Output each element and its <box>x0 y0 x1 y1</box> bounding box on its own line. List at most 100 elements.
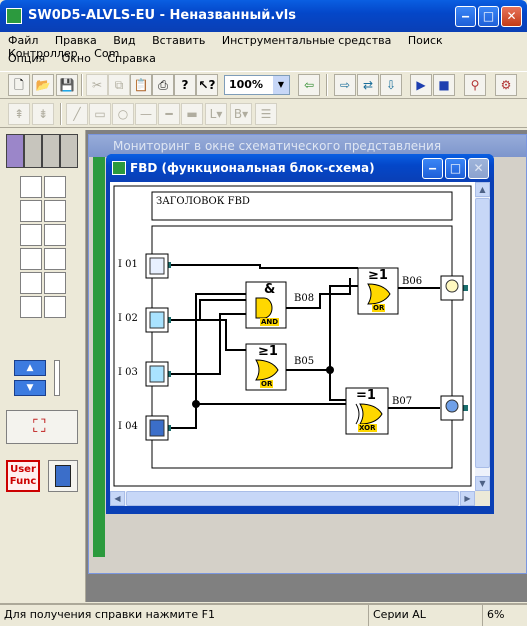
zoom-slider[interactable] <box>54 360 60 396</box>
fbd-close-button[interactable]: ✕ <box>468 158 489 179</box>
bring-front-icon[interactable]: ⇞ <box>8 103 30 125</box>
or-gate-2-tag: OR <box>372 304 386 312</box>
minimize-button[interactable]: ‒ <box>455 6 476 27</box>
thick-line-icon[interactable]: ▬ <box>181 103 203 125</box>
or-gate-2-symbol: ≥1 <box>368 268 388 283</box>
user-tab-icon[interactable] <box>60 134 78 168</box>
or-gate-1-tag: OR <box>260 380 274 388</box>
func-tab-icon[interactable] <box>6 134 24 168</box>
and-gate-tag: AND <box>260 318 280 326</box>
vertical-scroll-thumb[interactable] <box>475 198 490 468</box>
motor-icon[interactable] <box>44 272 66 294</box>
line-style-icon[interactable]: L▾ <box>205 103 227 125</box>
thin-line-icon[interactable]: — <box>135 103 157 125</box>
fbd-vertical-scrollbar[interactable]: ▲ ▼ <box>475 182 490 491</box>
run-icon[interactable]: ▶ <box>410 74 432 96</box>
transfer-icon[interactable]: ⇦ <box>298 74 320 96</box>
bg-window-title: Мониторинг в окне схематического предста… <box>113 139 442 153</box>
output-label-b06: B06 <box>402 276 423 287</box>
function-tabs <box>6 134 78 168</box>
timer-dc-icon[interactable] <box>44 176 66 198</box>
scroll-down-arrow-icon[interactable]: ▼ <box>475 476 490 491</box>
and-gate-symbol: & <box>264 282 276 297</box>
menu-bar: Файл Правка Вид Вставить Инструментальны… <box>8 34 527 60</box>
output-block-b07 <box>440 395 464 421</box>
scroll-left-arrow-icon[interactable]: ◀ <box>110 491 125 506</box>
scroll-up-arrow-icon[interactable]: ▲ <box>475 182 490 197</box>
input-block-i04 <box>145 415 169 441</box>
close-button[interactable]: ✕ <box>501 6 522 27</box>
user-block-icon[interactable] <box>48 460 78 492</box>
sensor-icon[interactable] <box>44 248 66 270</box>
fbd-maximize-button[interactable]: □ <box>445 158 466 179</box>
line-icon[interactable]: ╱ <box>66 103 88 125</box>
menu-help[interactable]: Справка <box>107 52 155 65</box>
context-help-icon[interactable]: ↖? <box>196 74 218 96</box>
module-icon[interactable] <box>20 296 42 318</box>
app-icon[interactable] <box>6 8 22 24</box>
fbd-horizontal-scrollbar[interactable]: ◀ ▶ <box>110 491 475 506</box>
menu-view[interactable]: Вид <box>113 34 135 47</box>
scroll-down-button[interactable]: ▼ <box>14 380 46 396</box>
monitor-icon[interactable]: ⚲ <box>464 74 486 96</box>
simulation-icon[interactable]: ⚙ <box>495 74 517 96</box>
zoom-select[interactable]: 100% ▼ <box>224 75 290 95</box>
fbd-window-icon[interactable] <box>112 161 126 175</box>
help-icon[interactable]: ? <box>174 74 196 96</box>
fbd-window: FBD (функциональная блок-схема) ‒ □ ✕ ЗА… <box>106 154 494 514</box>
user-func-button[interactable]: User Func <box>6 460 40 492</box>
maximize-button[interactable]: □ <box>478 6 499 27</box>
new-file-icon[interactable]: 🗋 <box>8 74 30 96</box>
horizontal-scroll-thumb[interactable] <box>126 491 459 506</box>
menu-window[interactable]: Окно <box>62 52 91 65</box>
fbd-canvas[interactable]: ЗАГОЛОВОК FBD I 01 I 02 I 03 I 04 & AND … <box>110 182 475 491</box>
logic-tab-icon[interactable] <box>24 134 42 168</box>
switch-icon[interactable] <box>44 224 66 246</box>
menu-insert[interactable]: Вставить <box>152 34 205 47</box>
menu-option[interactable]: Опция <box>8 52 45 65</box>
read-from-controller-icon[interactable]: ⇩ <box>380 74 402 96</box>
scroll-right-arrow-icon[interactable]: ▶ <box>460 491 475 506</box>
output-label-b08: B08 <box>294 293 315 304</box>
timer-ac-icon[interactable] <box>20 176 42 198</box>
open-folder-icon[interactable]: 📂 <box>32 74 54 96</box>
size-grip[interactable] <box>475 491 490 506</box>
menu-search[interactable]: Поиск <box>408 34 443 47</box>
timer-pulse-icon[interactable] <box>20 200 42 222</box>
medium-line-icon[interactable]: ━ <box>158 103 180 125</box>
compare-icon[interactable]: ⇄ <box>357 74 379 96</box>
status-help-text: Для получения справки нажмите F1 <box>0 604 368 626</box>
output-block-b06 <box>440 275 464 301</box>
status-percent: 6% <box>482 604 527 626</box>
scroll-up-button[interactable]: ▲ <box>14 360 46 376</box>
write-to-controller-icon[interactable]: ⇨ <box>334 74 356 96</box>
valve-icon[interactable] <box>44 296 66 318</box>
fbd-title: FBD (функциональная блок-схема) <box>130 161 375 175</box>
send-back-icon[interactable]: ⇟ <box>32 103 54 125</box>
border-style-icon[interactable]: B▾ <box>230 103 252 125</box>
menu-edit[interactable]: Правка <box>55 34 97 47</box>
tree-view-button[interactable]: ⛶ <box>6 410 78 444</box>
toolbar-draw: ⇞ ⇟ ╱ ▭ ○ — ━ ▬ L▾ B▾ ☰ <box>0 100 527 128</box>
app-title-bar: SW0D5-ALVLS-EU - Неназванный.vls ‒ □ ✕ <box>0 0 527 32</box>
menu-file[interactable]: Файл <box>8 34 38 47</box>
gauge-icon[interactable] <box>44 200 66 222</box>
stop-icon[interactable]: ■ <box>433 74 455 96</box>
paste-icon[interactable]: 📋 <box>130 74 152 96</box>
fbd-minimize-button[interactable]: ‒ <box>422 158 443 179</box>
connector-icon[interactable] <box>20 272 42 294</box>
align-icon[interactable]: ☰ <box>255 103 277 125</box>
save-icon[interactable]: 💾 <box>56 74 78 96</box>
rectangle-icon[interactable]: ▭ <box>89 103 111 125</box>
input-label-i03: I 03 <box>118 367 138 378</box>
out-tab-icon[interactable] <box>42 134 60 168</box>
chevron-down-icon[interactable]: ▼ <box>273 76 289 94</box>
cut-icon[interactable]: ✂ <box>86 74 108 96</box>
ellipse-icon[interactable]: ○ <box>112 103 134 125</box>
dot-icon[interactable] <box>20 224 42 246</box>
menu-tools[interactable]: Инструментальные средства <box>222 34 392 47</box>
fbd-title-bar: FBD (функциональная блок-схема) ‒ □ ✕ <box>106 154 494 182</box>
print-icon[interactable]: ⎙ <box>152 74 174 96</box>
copy-icon[interactable]: ⧉ <box>108 74 130 96</box>
pump-icon[interactable] <box>20 248 42 270</box>
